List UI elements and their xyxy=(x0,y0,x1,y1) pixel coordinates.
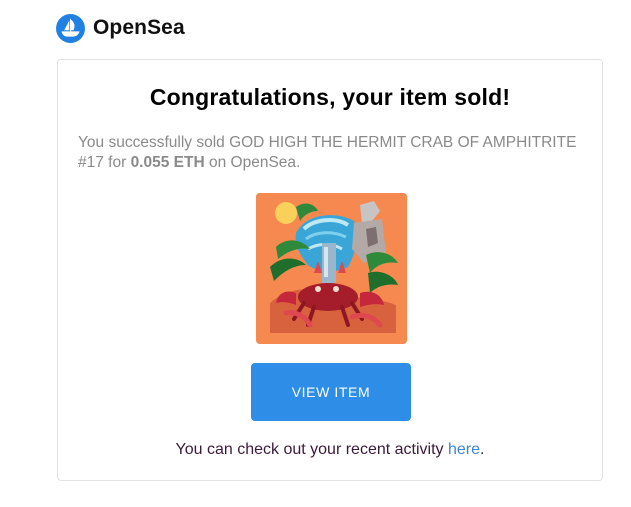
sale-price: 0.055 ETH xyxy=(130,154,205,171)
recent-activity-link[interactable]: here xyxy=(448,441,480,458)
description-suffix: on OpenSea. xyxy=(204,154,301,171)
brand-name: OpenSea xyxy=(93,16,185,39)
email-title: Congratulations, your item sold! xyxy=(149,84,511,110)
sale-description: You successfully sold GOD HIGH THE HERMI… xyxy=(78,133,578,173)
sale-notification-card: Congratulations, your item sold! You suc… xyxy=(57,59,603,481)
hermit-crab-nft-image[interactable] xyxy=(256,193,407,344)
footer-suffix: . xyxy=(480,441,485,458)
recent-activity-line: You can check out your recent activity h… xyxy=(58,441,602,459)
opensea-logo-icon xyxy=(56,13,85,43)
view-item-button[interactable]: VIEW ITEM xyxy=(251,363,411,421)
footer-prefix: You can check out your recent activity xyxy=(175,441,448,458)
email-page: OpenSea Congratulations, your item sold!… xyxy=(0,0,631,507)
brand-header: OpenSea xyxy=(56,13,185,43)
